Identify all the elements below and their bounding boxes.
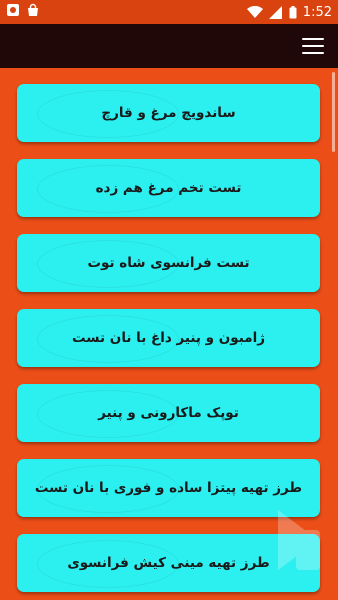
shopping-bag-icon [26,3,40,21]
scrollbar[interactable] [332,72,335,152]
list-item-label: طرز تهیه پیتزا ساده و فوری با نان تست [34,480,303,496]
hamburger-menu-icon[interactable] [302,36,324,56]
status-bar: 1:52 [0,0,338,24]
list-item[interactable]: ژامبون و پنیر داغ با نان تست [17,309,320,367]
notification-icon [6,3,20,21]
list-item-label: ساندویچ مرغ و قارچ [101,105,236,121]
list-item-label: طرز تهیه مینی کیش فرانسوی [67,555,270,571]
battery-icon [289,5,297,19]
list-item[interactable]: تست تخم مرغ هم زده [17,159,320,217]
wifi-icon [246,5,263,19]
status-time: 1:52 [302,4,332,20]
list-item[interactable]: تست فرانسوی شاه توت [17,234,320,292]
signal-icon [268,5,283,19]
list-item-label: تست تخم مرغ هم زده [95,180,242,196]
list-item-label: تست فرانسوی شاه توت [87,255,250,271]
toolbar [0,24,338,68]
list-item-label: ژامبون و پنیر داغ با نان تست [72,330,266,346]
status-right: 1:52 [246,4,332,20]
list-item-label: توپک ماکارونی و پنیر [98,405,239,421]
list-item[interactable]: ساندویچ مرغ و قارچ [17,84,320,142]
status-left [6,3,40,21]
watermark-logo-icon [278,510,320,570]
list-item[interactable]: توپک ماکارونی و پنیر [17,384,320,442]
